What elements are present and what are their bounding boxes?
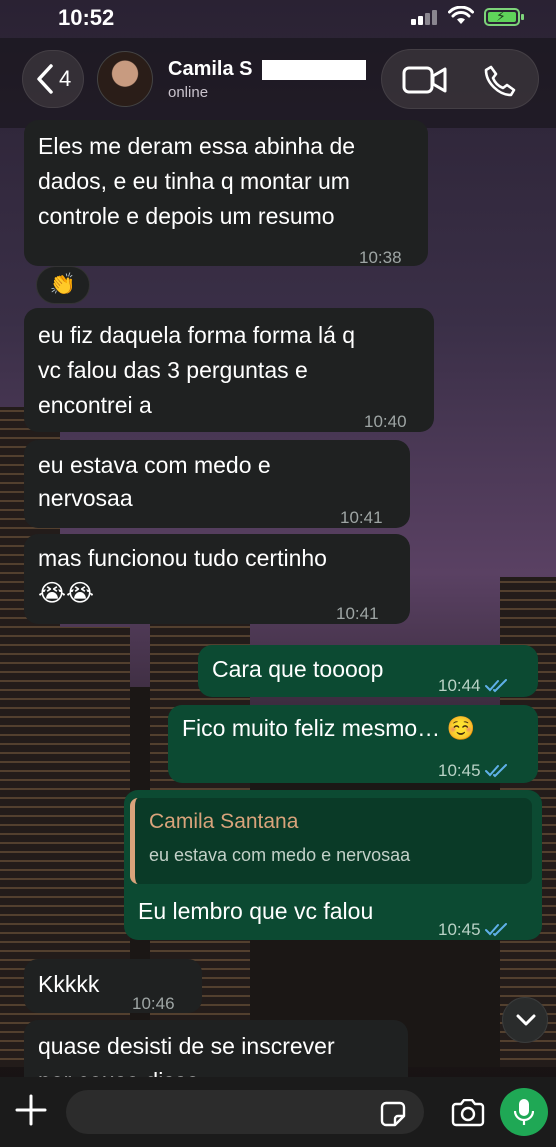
message-time-status: 10:44 xyxy=(438,668,509,703)
name-redaction xyxy=(262,60,366,80)
message-bubble-incoming[interactable]: eu fiz daquela forma forma lá q vc falou… xyxy=(24,308,434,432)
message-bubble-incoming[interactable]: Eles me deram essa abinha de dados, e eu… xyxy=(24,120,428,267)
message-time: 10:41 xyxy=(336,604,379,623)
message-input[interactable] xyxy=(66,1090,424,1134)
message-bubble-outgoing[interactable]: Fico muito feliz mesmo… ☺️ 10:45 xyxy=(168,705,538,783)
message-time: 10:41 xyxy=(340,508,383,527)
message-composer xyxy=(0,1077,556,1147)
message-text: 😭😭 xyxy=(38,580,95,607)
back-button[interactable]: 4 xyxy=(22,50,84,108)
wifi-icon xyxy=(448,6,474,24)
quoted-text: eu estava com medo e nervosaa xyxy=(149,845,411,865)
message-text: controle e depois um resumo xyxy=(38,203,335,229)
chat-header: 4 Camila S online xyxy=(0,38,556,128)
message-text: Eles me deram essa abinha de xyxy=(38,133,356,159)
message-text: eu fiz daquela forma forma lá q xyxy=(38,322,356,348)
message-time: 10:40 xyxy=(364,412,407,431)
clapping-hands-icon[interactable]: 👏 xyxy=(36,266,90,304)
read-receipt-icon xyxy=(484,679,507,693)
message-bubble-outgoing[interactable]: Cara que toooop 10:44 xyxy=(198,645,538,697)
read-receipt-icon xyxy=(484,764,507,778)
contact-status: online xyxy=(168,84,209,101)
phone-call-icon[interactable] xyxy=(482,64,516,98)
sticker-icon[interactable] xyxy=(380,1101,406,1127)
message-bubble-incoming[interactable]: eu estava com medo e nervosaa 10:41 xyxy=(24,440,410,528)
message-text: encontrei a xyxy=(38,392,152,418)
plus-icon[interactable] xyxy=(14,1093,48,1127)
message-text: nervosaa xyxy=(38,485,133,511)
message-text: Eu lembro que vc falou xyxy=(138,898,374,924)
message-text: quase desisti de se inscrever xyxy=(38,1033,335,1059)
message-time: 10:46 xyxy=(132,994,175,1013)
message-text: dados, e eu tinha q montar um xyxy=(38,168,350,194)
contact-avatar[interactable] xyxy=(97,51,153,107)
status-bar: 10:52 ⚡ xyxy=(0,0,556,38)
contact-name[interactable]: Camila S xyxy=(168,58,252,81)
back-chevron-icon xyxy=(37,64,53,94)
microphone-icon xyxy=(514,1099,534,1125)
voice-message-button[interactable] xyxy=(500,1088,548,1136)
message-time-status: 10:45 xyxy=(438,912,509,947)
message-text: mas funcionou tudo certinho xyxy=(38,545,327,571)
message-bubble-incoming[interactable]: Kkkkk 10:46 xyxy=(24,959,202,1013)
quoted-message[interactable]: Camila Santana eu estava com medo e nerv… xyxy=(130,798,532,884)
quoted-author: Camila Santana xyxy=(149,810,299,833)
message-time-status: 10:45 xyxy=(438,753,509,788)
message-text: Kkkkk xyxy=(38,971,100,997)
scroll-to-bottom-button[interactable] xyxy=(502,997,548,1043)
battery-icon: ⚡ xyxy=(484,8,524,26)
call-actions xyxy=(381,49,539,109)
read-receipt-icon xyxy=(484,923,507,937)
message-time: 10:45 xyxy=(438,761,481,780)
status-time: 10:52 xyxy=(58,5,115,30)
scroll-down-chevron-icon xyxy=(516,1014,536,1026)
camera-icon[interactable] xyxy=(450,1099,486,1127)
cellular-signal-icon xyxy=(411,9,439,25)
message-text: eu estava com medo e xyxy=(38,452,271,478)
message-text: Fico muito feliz mesmo… ☺️ xyxy=(182,715,476,741)
message-time: 10:45 xyxy=(438,920,481,939)
video-call-icon[interactable] xyxy=(402,64,448,96)
message-text: Cara que toooop xyxy=(212,656,384,682)
message-time: 10:38 xyxy=(359,248,402,267)
unread-count: 4 xyxy=(59,66,72,91)
message-bubble-incoming[interactable]: mas funcionou tudo certinho 😭😭 10:41 xyxy=(24,534,410,624)
message-text: vc falou das 3 perguntas e xyxy=(38,357,308,383)
message-time: 10:44 xyxy=(438,676,481,695)
